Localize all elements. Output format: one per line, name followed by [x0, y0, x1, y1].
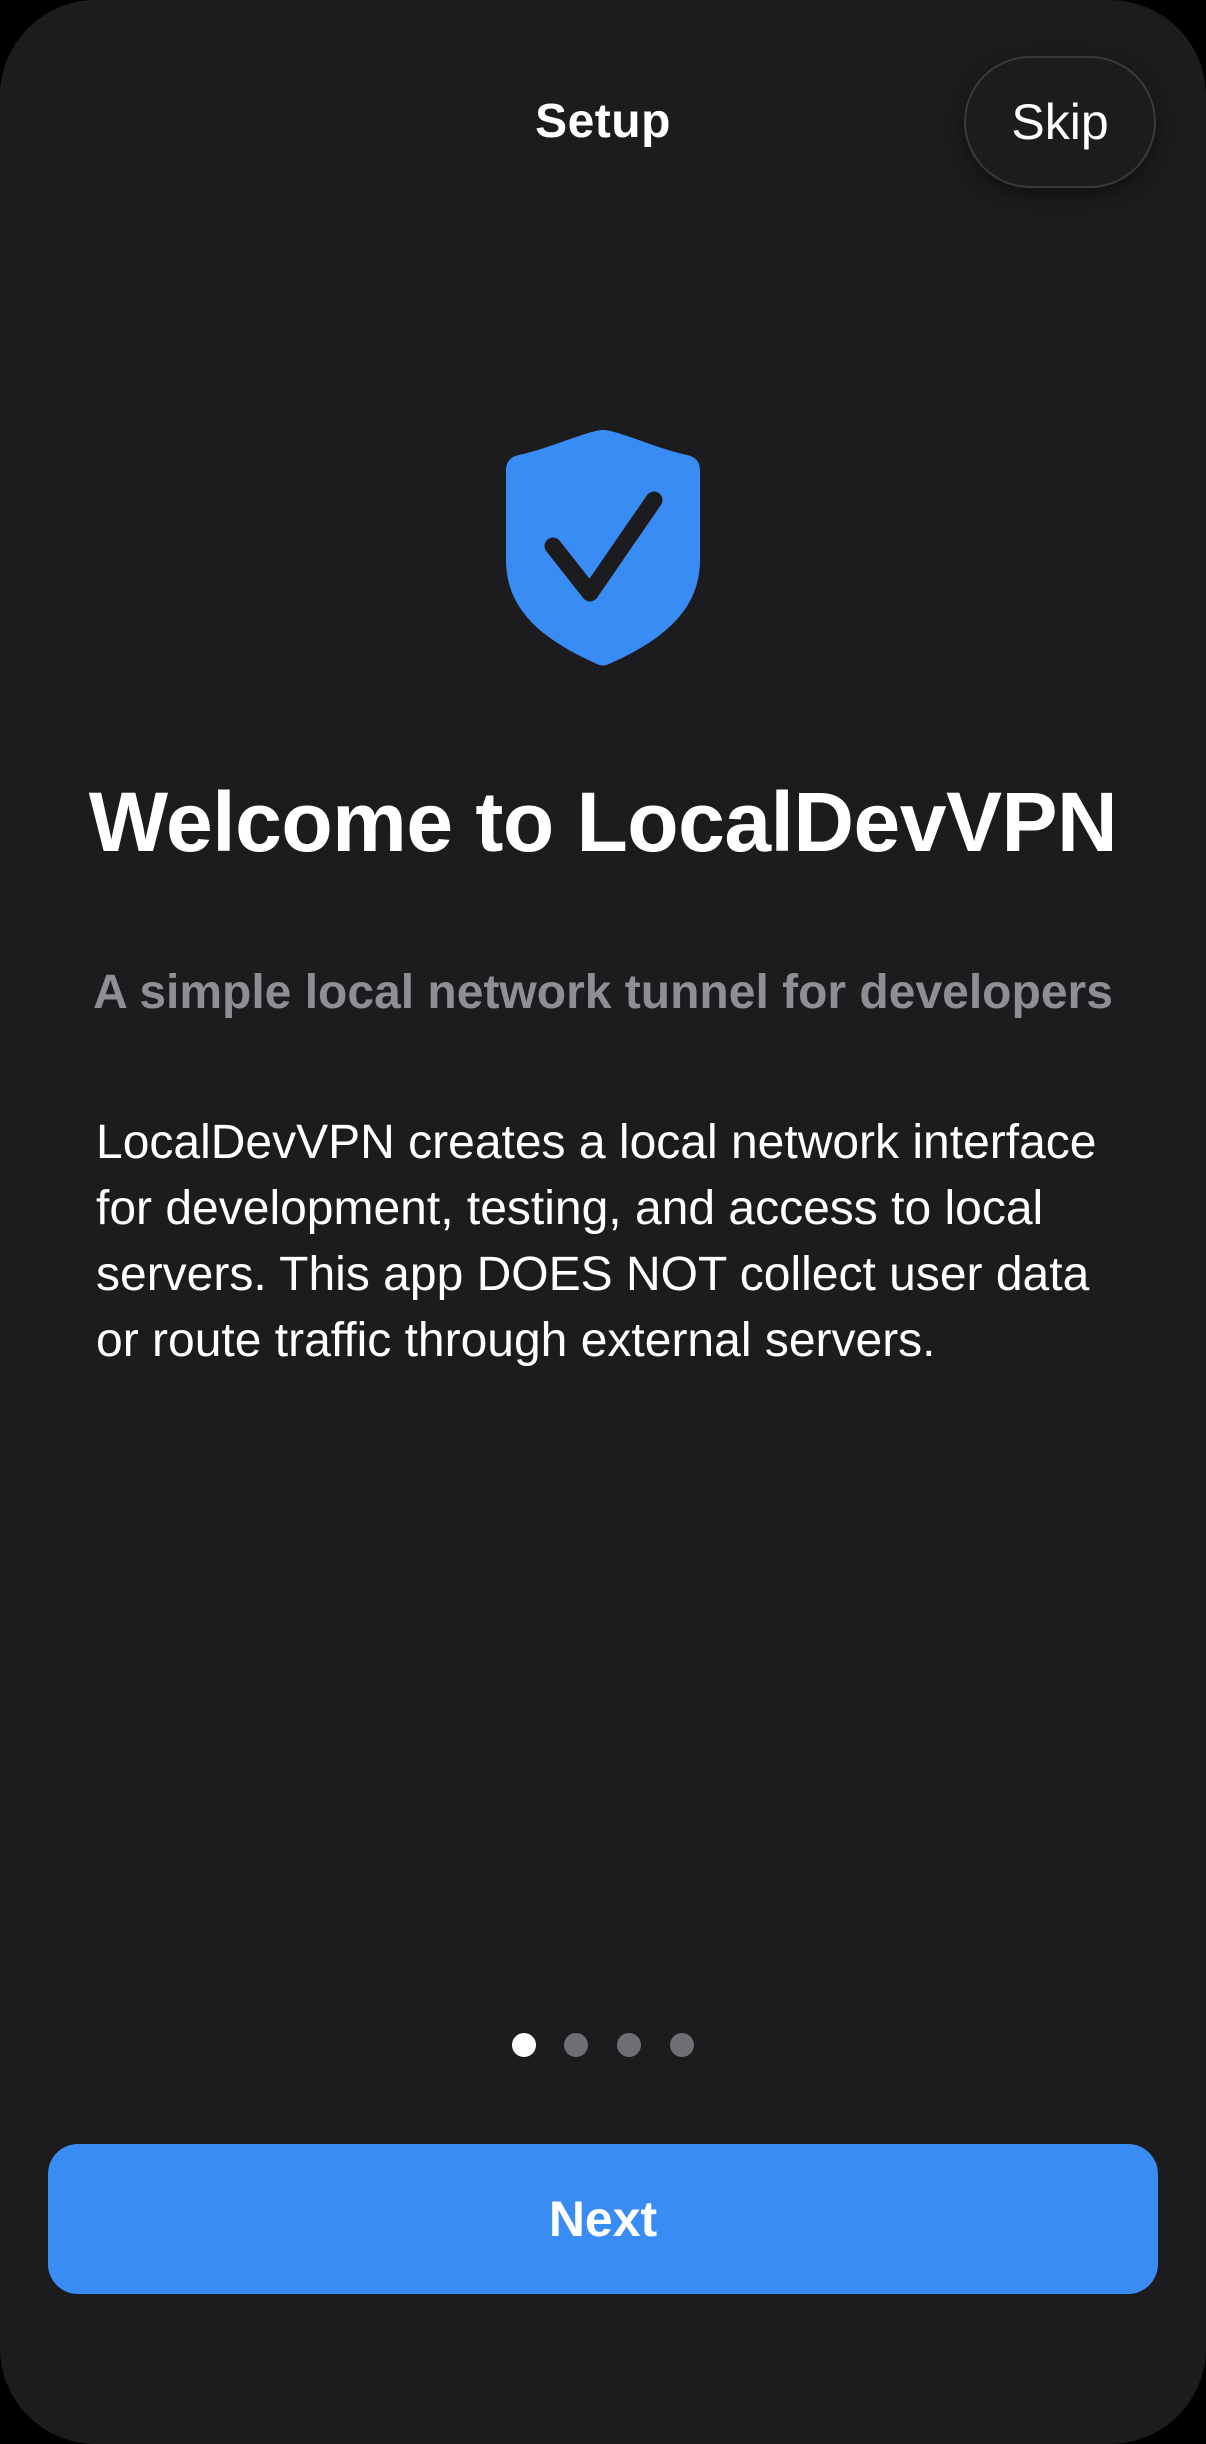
page-indicator[interactable] — [0, 2030, 1206, 2060]
shield-shape — [506, 430, 700, 666]
shield-checkmark-icon — [506, 430, 700, 666]
page-dot-3[interactable] — [617, 2033, 641, 2057]
setup-screen: Setup Skip Welcome to LocalDevVPN A simp… — [0, 0, 1206, 2444]
page-dot-2[interactable] — [564, 2033, 588, 2057]
subtitle: A simple local network tunnel for develo… — [93, 966, 1113, 1019]
description-text: LocalDevVPN creates a local network inte… — [96, 1116, 1097, 1367]
skip-button[interactable]: Skip — [964, 56, 1156, 188]
next-button[interactable]: Next — [48, 2144, 1158, 2294]
page-dot-4[interactable] — [670, 2033, 694, 2057]
page-dot-1[interactable] — [512, 2033, 536, 2057]
welcome-title: Welcome to LocalDevVPN — [88, 775, 1118, 869]
